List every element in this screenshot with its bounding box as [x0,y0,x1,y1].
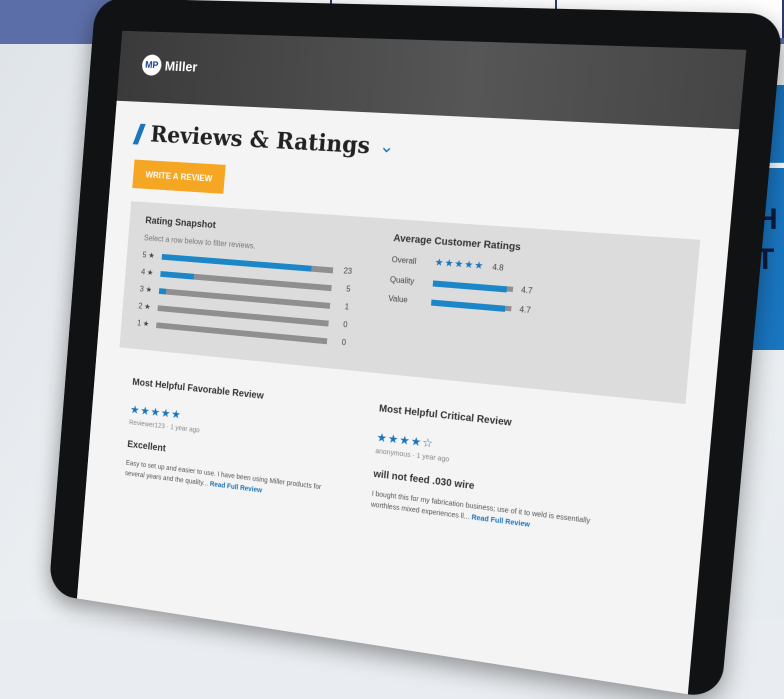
favorable-review: Most Helpful Favorable Review ★★★★★ Revi… [125,377,342,505]
rating-bar-fill [160,271,194,279]
critical-review: Most Helpful Critical Review ★★★★☆ anony… [370,403,611,540]
rating-row-label: 2 ★ [138,302,151,312]
favorable-heading: Most Helpful Favorable Review [132,377,341,410]
rating-bar [162,253,334,272]
rating-bar-fill [162,253,312,271]
site-logo[interactable]: MP Miller [141,54,198,77]
rating-row-label: 5 ★ [142,251,155,261]
chevron-down-icon[interactable]: ⌄ [379,136,395,158]
screen: MP Miller Reviews & Ratings ⌄ WRITE A RE… [77,31,746,694]
rating-row-label: 3 ★ [140,285,153,295]
rating-row-label: 1 ★ [137,319,150,329]
rating-row-label: 4 ★ [141,268,154,278]
avg-label: Value [388,294,424,306]
quality-bar [433,280,514,292]
average-ratings: Average Customer Ratings Overall ★★★★★ 4… [383,233,596,379]
monitor: MP Miller Reviews & Ratings ⌄ WRITE A RE… [48,0,783,699]
pencil-icon [133,123,146,144]
write-review-button[interactable]: WRITE A REVIEW [132,160,226,194]
avg-label: Quality [390,275,426,287]
rating-count: 0 [334,337,346,347]
logo-text: Miller [164,58,198,75]
rating-snapshot: Rating Snapshot Select a row below to fi… [136,216,355,356]
rating-count: 23 [340,266,352,276]
reviews-content: Reviews & Ratings ⌄ WRITE A REVIEW Ratin… [85,101,739,574]
value-bar [431,300,511,312]
rating-bar-fill [159,288,166,294]
average-heading: Average Customer Ratings [393,233,596,259]
rating-count: 5 [339,284,351,294]
avg-label: Overall [391,255,427,267]
star-rating-icon: ★★★★★ [434,257,485,272]
avg-value: 4.8 [492,263,504,273]
rating-count: 0 [336,319,348,329]
avg-value: 4.7 [521,285,533,295]
avg-value: 4.7 [519,305,531,315]
rating-count: 1 [337,302,349,312]
logo-mark-icon: MP [141,54,162,76]
section-title: Reviews & Ratings [150,121,372,159]
